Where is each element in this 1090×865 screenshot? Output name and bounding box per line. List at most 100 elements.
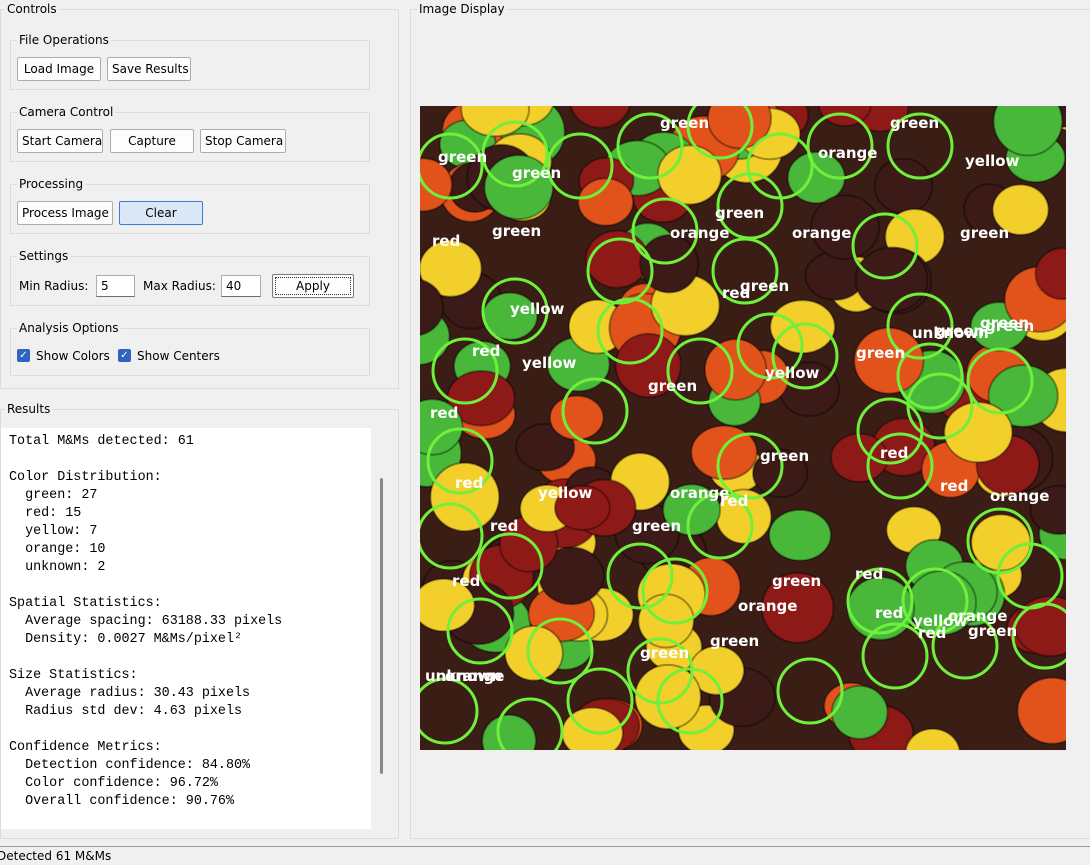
image-display-title: Image Display <box>417 1 507 17</box>
clear-button[interactable]: Clear <box>119 201 203 225</box>
results-line: Color confidence: 96.72% <box>9 776 218 791</box>
candy <box>481 713 537 750</box>
color-label: red <box>855 565 883 583</box>
color-label: green <box>632 517 681 535</box>
results-line: Confidence Metrics: <box>9 740 162 755</box>
settings-title: Settings <box>17 248 71 264</box>
color-label: green <box>772 572 821 590</box>
results-scrollbar[interactable] <box>380 478 383 774</box>
color-label: green <box>715 204 764 222</box>
color-label: red <box>452 572 480 590</box>
color-label: red <box>880 444 908 462</box>
show-colors-label[interactable]: Show Colors <box>36 348 110 364</box>
process-image-button[interactable]: Process Image <box>17 201 113 225</box>
save-results-button[interactable]: Save Results <box>107 57 191 81</box>
results-line <box>9 649 371 667</box>
candy <box>656 144 723 206</box>
results-line: yellow: 7 <box>9 524 98 539</box>
load-image-button[interactable]: Load Image <box>17 57 101 81</box>
results-line: Color Distribution: <box>9 470 162 485</box>
color-label: red <box>430 404 458 422</box>
detection-circle <box>420 677 479 745</box>
capture-button[interactable]: Capture <box>110 129 194 153</box>
results-line: orange: 10 <box>9 542 106 557</box>
color-label: green <box>710 632 759 650</box>
candy <box>943 401 1014 464</box>
results-line: Average spacing: 63188.33 pixels <box>9 614 283 629</box>
results-line <box>9 577 371 595</box>
color-label: green <box>890 114 939 132</box>
color-label: green <box>740 277 789 295</box>
status-text: Detected 61 M&Ms <box>0 849 112 863</box>
color-label: red <box>490 517 518 535</box>
color-label: red <box>472 342 500 360</box>
max-radius-label: Max Radius: <box>143 279 216 293</box>
results-line: green: 27 <box>9 488 98 503</box>
candy <box>569 106 631 129</box>
results-line <box>9 721 371 739</box>
color-label: orange <box>670 484 729 502</box>
results-line <box>9 451 371 469</box>
file-operations-title: File Operations <box>17 32 111 48</box>
candy <box>703 338 768 401</box>
color-label: green <box>968 622 1017 640</box>
color-label: red <box>918 624 946 642</box>
results-line: Total M&Ms detected: 61 <box>9 434 194 449</box>
results-line: Radius std dev: 4.63 pixels <box>9 704 243 719</box>
min-radius-input[interactable]: 5 <box>96 275 135 297</box>
color-label: orange <box>792 224 851 242</box>
color-label: orange <box>738 597 797 615</box>
color-label: red <box>940 477 968 495</box>
color-label: yellow <box>522 354 577 372</box>
results-line: unknown: 2 <box>9 560 106 575</box>
results-line: Detection confidence: 84.80% <box>9 758 251 773</box>
max-radius-input[interactable]: 40 <box>221 275 261 297</box>
show-centers-checkbox[interactable]: ✓ <box>118 349 131 362</box>
show-centers-label[interactable]: Show Centers <box>137 348 220 364</box>
color-label: unknown <box>425 667 502 685</box>
color-label: yellow <box>765 364 820 382</box>
results-line: Size Statistics: <box>9 668 138 683</box>
results-line: Density: 0.0027 M&Ms/pixel² <box>9 632 243 647</box>
results-line: Overall confidence: 90.76% <box>9 794 234 809</box>
candy <box>830 684 889 740</box>
camera-control-title: Camera Control <box>17 104 116 120</box>
color-label: green <box>980 314 1029 332</box>
show-colors-checkbox[interactable]: ✓ <box>17 349 30 362</box>
color-label: green <box>512 164 561 182</box>
color-label: yellow <box>965 152 1020 170</box>
candy <box>768 508 832 562</box>
controls-title: Controls <box>5 1 59 17</box>
results-line: red: 15 <box>9 506 82 521</box>
start-camera-button[interactable]: Start Camera <box>17 129 103 153</box>
results-text-area[interactable]: Total M&Ms detected: 61 Color Distributio… <box>1 428 371 829</box>
color-label: orange <box>990 487 1049 505</box>
color-label: green <box>492 222 541 240</box>
candy <box>873 157 934 215</box>
analysis-options-title: Analysis Options <box>17 320 121 336</box>
status-bar: Detected 61 M&Ms <box>0 846 1090 865</box>
color-label: green <box>640 644 689 662</box>
color-label: orange <box>818 144 877 162</box>
color-label: yellow <box>510 300 565 318</box>
color-label: red <box>432 232 460 250</box>
detection-image: green green orange orange green yellow green gr… <box>420 106 1066 750</box>
color-label: green <box>856 344 905 362</box>
candy <box>854 246 929 313</box>
color-label: green <box>960 224 1009 242</box>
results-title: Results <box>5 401 53 417</box>
color-label: red <box>875 604 903 622</box>
color-label: unknown <box>912 324 989 342</box>
candy <box>1016 676 1066 745</box>
color-label: green <box>660 114 709 132</box>
color-label: orange <box>670 224 729 242</box>
color-label: red <box>455 474 483 492</box>
color-label: green <box>438 148 487 166</box>
apply-button[interactable]: Apply <box>272 274 354 298</box>
color-label: green <box>648 377 697 395</box>
color-label: yellow <box>538 484 593 502</box>
color-label: green <box>760 447 809 465</box>
results-line: Spatial Statistics: <box>9 596 162 611</box>
min-radius-label: Min Radius: <box>19 279 89 293</box>
stop-camera-button[interactable]: Stop Camera <box>200 129 286 153</box>
